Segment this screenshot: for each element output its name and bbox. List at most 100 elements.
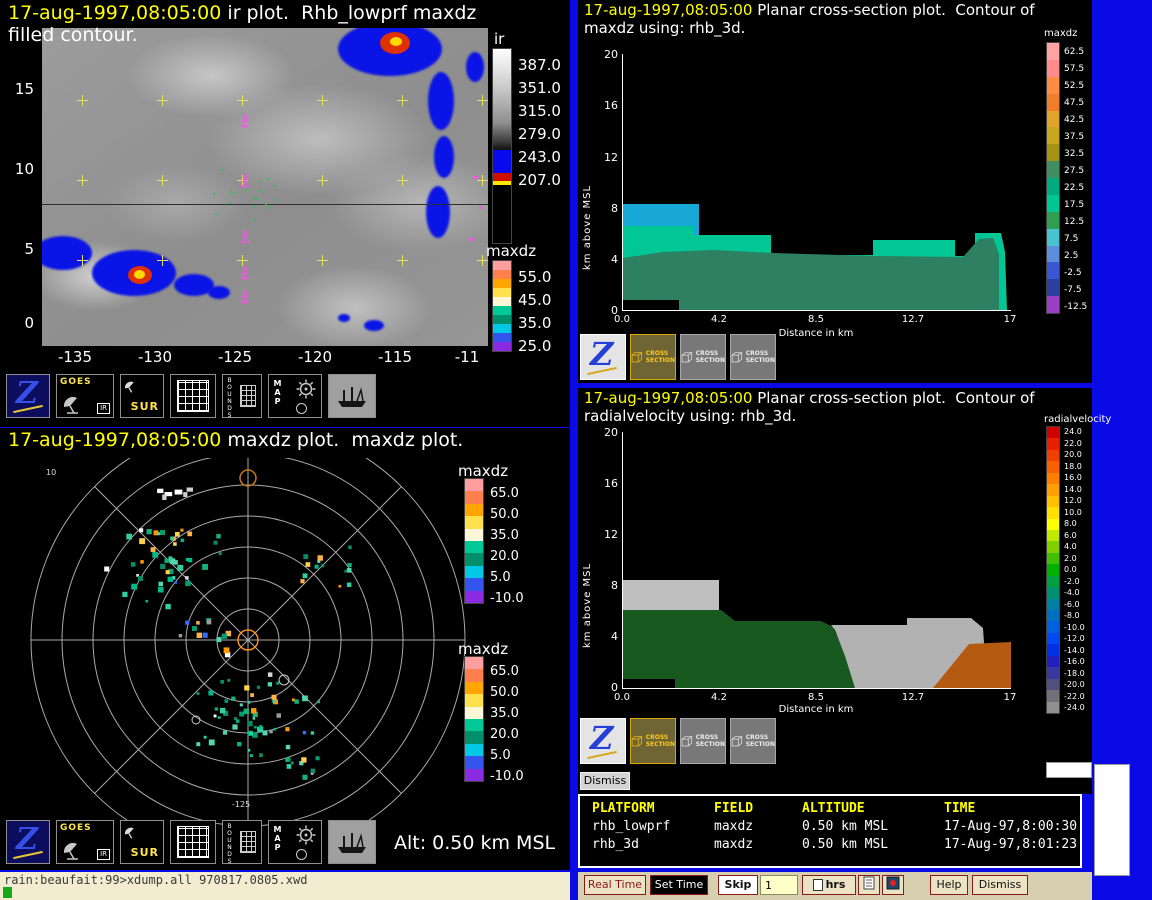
axis-tick: 20 bbox=[596, 48, 618, 61]
colorbar-tick: 32.5 bbox=[1064, 149, 1084, 159]
calendar-button[interactable] bbox=[858, 875, 880, 895]
axis-tick: 17 bbox=[1004, 314, 1017, 325]
grid-plus-mark bbox=[77, 95, 88, 106]
colorbar-tick: 20.0 bbox=[1064, 450, 1082, 459]
grid-overlay-button[interactable] bbox=[170, 820, 216, 864]
title-text: radialvelocity using: rhb_3d. bbox=[584, 407, 796, 425]
zebra-logo-button[interactable]: Z bbox=[580, 334, 626, 380]
table-row: rhb_3dmaxdz0.50 km MSL17-Aug-97,8:01:23 bbox=[580, 837, 1080, 852]
bounds-label: BOUNDS bbox=[226, 823, 233, 865]
section-label: SECTION bbox=[646, 357, 675, 364]
ir-label: IR bbox=[97, 403, 110, 414]
platform-button[interactable] bbox=[328, 820, 376, 864]
units-icon bbox=[813, 879, 823, 891]
grid-plus-mark bbox=[317, 175, 328, 186]
colorbar-segment bbox=[465, 553, 483, 565]
colorbar-segment bbox=[1047, 633, 1059, 644]
goes-ir-button[interactable]: GOES IR bbox=[56, 820, 114, 864]
real-time-button[interactable]: Real Time bbox=[584, 875, 646, 895]
colorbar-tick: -24.0 bbox=[1064, 703, 1085, 712]
colorbar-tick: -22.0 bbox=[1064, 692, 1085, 701]
hours-button[interactable]: hrs bbox=[802, 875, 856, 895]
colorbar-tick: 65.0 bbox=[490, 486, 519, 501]
cross-section-button-2[interactable]: CROSSSECTION bbox=[680, 334, 726, 380]
colorbar-segment bbox=[465, 541, 483, 553]
colorbar-tick: 50.0 bbox=[490, 685, 519, 700]
echo-speck bbox=[221, 169, 223, 171]
cold-cloud-blob bbox=[338, 314, 350, 322]
cross-section-plot[interactable] bbox=[622, 432, 1011, 689]
colorbar-segment bbox=[1047, 262, 1059, 279]
scrollbar[interactable] bbox=[1094, 764, 1130, 876]
cube-icon bbox=[731, 733, 743, 750]
terminal-window[interactable]: rain:beaufait:99>xdump.all 970817.0805.x… bbox=[0, 872, 570, 900]
colorbar-segment bbox=[493, 279, 511, 288]
panel-maxdz-ppi: 17-aug-1997,08:05:00 maxdz plot. maxdz p… bbox=[0, 428, 570, 870]
cube-icon bbox=[681, 733, 693, 750]
colorbar-segment bbox=[465, 719, 483, 731]
title-text: maxdz using: rhb_3d. bbox=[584, 19, 745, 37]
zebra-logo-button[interactable]: Z bbox=[6, 374, 50, 418]
terminal-cursor bbox=[3, 887, 12, 898]
satellite-image[interactable] bbox=[42, 28, 488, 346]
grid-plus-mark bbox=[397, 175, 408, 186]
panel-title-line2: filled contour. bbox=[8, 25, 138, 46]
sur-button[interactable]: SUR bbox=[120, 820, 164, 864]
cross-section-button-2[interactable]: CROSSSECTION bbox=[680, 718, 726, 764]
echo-speck bbox=[253, 205, 255, 207]
colorbar-tick: 6.0 bbox=[1064, 531, 1077, 540]
table-cell: rhb_3d bbox=[592, 837, 714, 852]
cross-section-button-1[interactable]: CROSSSECTION bbox=[630, 334, 676, 380]
colorbar-tick: 20.0 bbox=[490, 727, 519, 742]
zebra-logo-button[interactable]: Z bbox=[6, 820, 50, 864]
radar-echoes bbox=[104, 488, 352, 780]
colorbar-tick: -12.0 bbox=[1064, 634, 1085, 643]
colorbar-segment bbox=[1047, 127, 1059, 144]
cross-section-plot[interactable] bbox=[622, 54, 1011, 311]
platform-button[interactable] bbox=[328, 374, 376, 418]
colorbar-segment bbox=[465, 682, 483, 694]
gear-icon bbox=[295, 824, 317, 846]
cross-section-button-3[interactable]: CROSSSECTION bbox=[730, 718, 776, 764]
grid-plus-mark bbox=[77, 255, 88, 266]
colorbar-tick: 35.0 bbox=[490, 706, 519, 721]
colorbar-segment bbox=[493, 270, 511, 279]
table-cell: rhb_lowprf bbox=[592, 819, 714, 834]
sur-button[interactable]: SUR bbox=[120, 374, 164, 418]
zebra-logo-button[interactable]: Z bbox=[580, 718, 626, 764]
colorbar-segment bbox=[1047, 530, 1059, 541]
colorbar-tick: 22.5 bbox=[1064, 183, 1084, 193]
skip-value-input[interactable] bbox=[760, 875, 798, 895]
bounds-button[interactable]: BOUNDS bbox=[222, 820, 262, 864]
map-button[interactable]: MAP bbox=[268, 374, 322, 418]
colorbar-segment bbox=[1047, 94, 1059, 111]
colorbar-segment bbox=[493, 315, 511, 324]
grid-overlay-button[interactable] bbox=[170, 374, 216, 418]
colorbar-segment bbox=[1047, 161, 1059, 178]
set-time-button[interactable]: Set Time bbox=[650, 875, 708, 895]
colorbar-segment bbox=[493, 288, 511, 297]
colorbar-tick: -14.0 bbox=[1064, 646, 1085, 655]
axis-tick: -125 bbox=[218, 348, 252, 366]
colorbar-segment bbox=[1047, 77, 1059, 94]
radar-ppi-display[interactable] bbox=[0, 458, 496, 826]
colorbar-tick: -18.0 bbox=[1064, 669, 1085, 678]
axis-tick: -11 bbox=[455, 348, 480, 366]
echo-speck bbox=[259, 190, 261, 192]
timestamp: 17-aug-1997,08:05:00 bbox=[584, 389, 752, 407]
help-button[interactable]: Help bbox=[930, 875, 968, 895]
dismiss-button-small[interactable]: Dismiss bbox=[580, 772, 630, 790]
y-axis-label: km above MSL bbox=[582, 110, 593, 270]
map-button[interactable]: MAP bbox=[268, 820, 322, 864]
cross-section-button-3[interactable]: CROSSSECTION bbox=[730, 334, 776, 380]
skip-button[interactable]: Skip bbox=[718, 875, 758, 895]
cross-section-button-1[interactable]: CROSSSECTION bbox=[630, 718, 676, 764]
record-button[interactable] bbox=[882, 875, 904, 895]
colorbar-segment bbox=[493, 297, 511, 306]
bounds-button[interactable]: BOUNDS bbox=[222, 374, 262, 418]
window-resize-corner[interactable] bbox=[1046, 762, 1092, 778]
grid-plus-mark bbox=[477, 175, 488, 186]
goes-ir-button[interactable]: GOES IR bbox=[56, 374, 114, 418]
colorbar-tick: 2.0 bbox=[1064, 554, 1077, 563]
dismiss-button[interactable]: Dismiss bbox=[972, 875, 1028, 895]
